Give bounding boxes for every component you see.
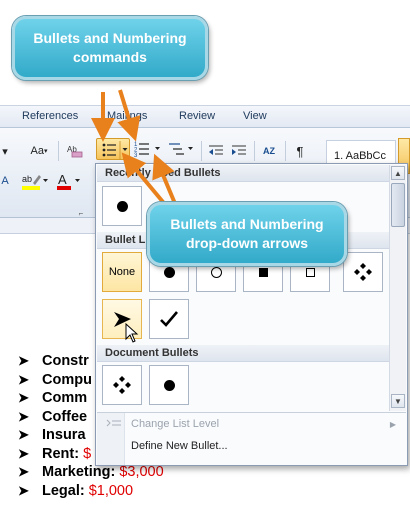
font-size-dropdown-arrow[interactable]: ▾: [0, 140, 10, 162]
recently-used-bullets-header: Recently Used Bullets: [97, 165, 389, 182]
change-list-level-item[interactable]: Change List Level ▶: [97, 413, 406, 435]
arrowhead-bullet-icon: ➤: [18, 427, 29, 443]
tab-mailings[interactable]: Mailings: [107, 110, 147, 122]
define-new-bullet-item[interactable]: Define New Bullet...: [97, 435, 406, 457]
list-item-label: Legal:: [42, 482, 85, 499]
sort-icon: AZ: [263, 145, 275, 156]
highlighter-icon: ab: [22, 174, 48, 190]
bullet-library-diamond-cluster[interactable]: [343, 252, 383, 292]
pilcrow-icon: ¶: [296, 143, 304, 159]
multilevel-list-button[interactable]: [166, 138, 196, 160]
ribbon-separator: [285, 141, 286, 161]
bullet-library-checkmark[interactable]: [149, 299, 189, 339]
arrowhead-bullet-icon: ➤: [18, 353, 29, 369]
arrowhead-bullet-icon: ➤: [18, 464, 29, 480]
sort-button[interactable]: AZ: [258, 140, 280, 162]
decrease-indent-icon: [209, 145, 223, 155]
text-effects-fragment[interactable]: A: [0, 170, 10, 192]
square-bullet-icon: [258, 267, 268, 277]
mouse-pointer-icon: [125, 323, 139, 343]
callout-dropdown-arrows-text: Bullets and Numbering drop-down arrows: [170, 216, 324, 251]
scrollbar-thumb[interactable]: [391, 183, 405, 227]
list-item-amount: $1,000: [88, 482, 134, 499]
arrowhead-bullet-icon: ➤: [18, 371, 29, 387]
none-label: None: [108, 266, 136, 278]
square-outline-bullet-icon: [305, 267, 315, 277]
font-color-icon: A: [57, 172, 80, 190]
list-item-label: Constr: [42, 353, 89, 370]
list-item[interactable]: ➤ Legal: $1,000: [18, 482, 218, 501]
diamond-cluster-bullet-icon: [113, 376, 131, 394]
svg-text:3: 3: [134, 153, 138, 159]
list-item-label: Compu: [42, 371, 92, 388]
checkmark-bullet-icon: [160, 311, 178, 327]
bullets-icon: [102, 141, 128, 159]
dot-bullet-icon: [116, 200, 128, 212]
document-bullet-diamond-cluster[interactable]: [102, 365, 142, 405]
bullet-library-none[interactable]: None: [102, 252, 142, 292]
ribbon-separator: [58, 141, 59, 161]
define-new-bullet-label: Define New Bullet...: [131, 440, 228, 452]
circle-bullet-icon: [210, 266, 222, 278]
style-preview-label: 1. AaBbCc: [334, 150, 386, 162]
callout-commands: Bullets and Numbering commands: [12, 16, 208, 80]
numbering-button[interactable]: 1 2 3: [133, 138, 163, 160]
list-item-label: Comm: [42, 390, 88, 407]
scroll-down-arrow-icon[interactable]: ▼: [391, 394, 405, 408]
dot-bullet-icon: [163, 266, 175, 278]
svg-text:ab: ab: [22, 174, 32, 184]
list-item-amount: $: [83, 445, 92, 462]
dot-bullet-icon: [163, 379, 175, 391]
callout-commands-text: Bullets and Numbering commands: [33, 30, 187, 65]
decrease-indent-button[interactable]: [206, 140, 226, 162]
multilevel-list-icon: [169, 143, 193, 155]
recent-bullet-dot[interactable]: [102, 186, 142, 226]
scroll-up-arrow-icon[interactable]: ▲: [391, 166, 405, 180]
tab-review[interactable]: Review: [179, 110, 215, 122]
show-hide-button[interactable]: ¶: [290, 140, 310, 162]
diamond-cluster-bullet-icon: [354, 263, 372, 281]
arrowhead-bullet-icon: ➤: [18, 482, 29, 498]
arrowhead-bullet-icon: ➤: [18, 408, 29, 424]
tab-view[interactable]: View: [243, 110, 267, 122]
highlight-color-button[interactable]: ab: [20, 170, 50, 192]
ribbon-separator: [254, 141, 255, 161]
list-item-label: Marketing:: [42, 464, 116, 481]
change-level-icon: [97, 418, 131, 430]
arrowhead-bullet-icon: ➤: [18, 445, 29, 461]
document-bullet-dot[interactable]: [149, 365, 189, 405]
list-item-label: Coffee: [42, 408, 88, 425]
change-case-label: Aa: [30, 145, 44, 157]
document-bullets-header: Document Bullets: [97, 345, 389, 362]
change-list-level-label: Change List Level: [131, 418, 220, 430]
tab-references[interactable]: References: [22, 110, 78, 122]
font-color-button[interactable]: A: [55, 170, 85, 192]
callout-dropdown-arrows: Bullets and Numbering drop-down arrows: [147, 202, 347, 266]
list-item-label: Insura: [42, 427, 86, 444]
numbering-icon: 1 2 3: [134, 142, 160, 159]
svg-text:A: A: [58, 172, 67, 187]
gallery-scrollbar[interactable]: ▲ ▼: [389, 165, 406, 411]
clear-formatting-button[interactable]: Ab: [64, 140, 86, 162]
clear-formatting-icon: Ab: [67, 145, 83, 158]
arrowhead-bullet-icon: ➤: [18, 390, 29, 406]
ribbon-tab-bar: References Mailings Review View: [0, 105, 410, 128]
bullets-button[interactable]: [96, 138, 130, 160]
change-case-button[interactable]: Aa ▾: [26, 140, 52, 162]
increase-indent-icon: [232, 145, 246, 155]
ribbon-separator: [201, 141, 202, 161]
list-item-amount: $3,000: [119, 464, 164, 481]
list-item-label: Rent:: [42, 445, 80, 462]
submenu-arrow-icon: ▶: [389, 419, 396, 429]
increase-indent-button[interactable]: [229, 140, 249, 162]
